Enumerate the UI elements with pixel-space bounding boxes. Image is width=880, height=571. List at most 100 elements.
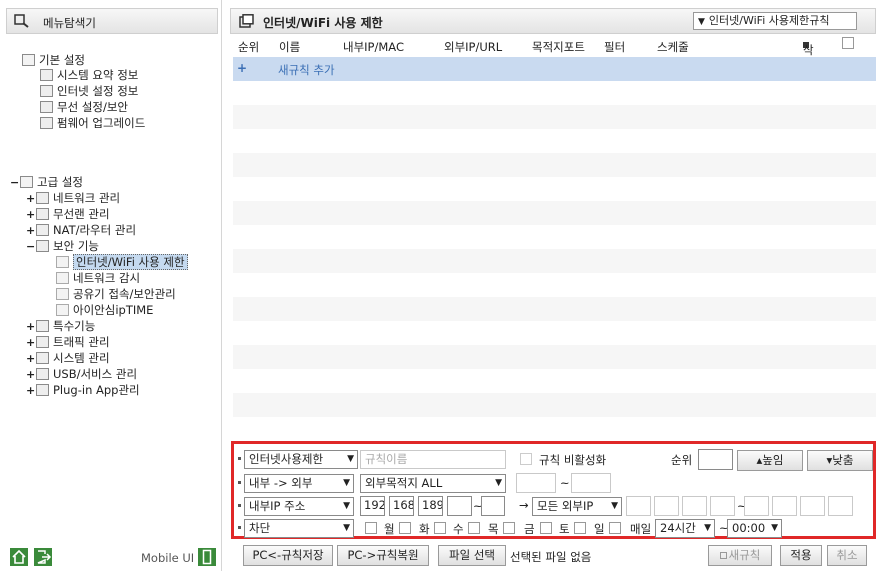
raise-rank-button[interactable]: ▴높임 [737,450,803,471]
expand-icon[interactable]: + [26,223,36,239]
rule-type-select-input[interactable]: 인터넷사용제한 ▼ [244,450,358,469]
ext-ip-end-octet-3[interactable] [800,496,825,516]
ext-ip-end-octet-1[interactable] [744,496,769,516]
table-row [233,153,876,177]
tree-item-system[interactable]: + 시스템 관리 [26,350,110,366]
day-wed-checkbox[interactable] [434,522,446,534]
everyday-checkbox[interactable] [609,522,621,534]
tree-item-nat-router[interactable]: + NAT/라우터 관리 [26,222,136,238]
day-fri-checkbox[interactable] [503,522,515,534]
day-tue-checkbox[interactable] [399,522,411,534]
rules-table-header: 순위 이름 내부IP/MAC 외부IP/URL 목적지포트 필터 스케줄 삭제 [229,36,876,73]
ext-ip-end-octet-4[interactable] [828,496,853,516]
action-select[interactable]: 차단 ▼ [244,519,354,538]
table-row [233,249,876,273]
tree-item-wireless-security[interactable]: 무선 설정/보안 [40,99,128,115]
col-filter: 필터 [604,40,626,54]
bar-chart-icon [40,69,53,81]
ip-range-end[interactable] [481,496,505,516]
expand-icon[interactable]: + [26,351,36,367]
expand-icon[interactable]: + [26,367,36,383]
rank-input[interactable] [698,449,733,470]
external-ip-select[interactable]: 모든 외부IP ▼ [532,497,622,516]
cancel-button[interactable]: 취소 [827,545,867,566]
ip-octet-2[interactable]: 168 [389,496,414,516]
expand-icon[interactable]: + [26,207,36,223]
choose-file-button[interactable]: 파일 선택 [438,545,506,566]
tree-advanced-settings[interactable]: − 고급 설정 [10,174,83,190]
magnifier-icon [14,14,29,28]
disable-rule-checkbox[interactable] [520,453,532,465]
tree-item-network-monitor[interactable]: 네트워크 감시 [56,270,140,286]
tree-item-traffic[interactable]: + 트래픽 관리 [26,334,110,350]
rules-table: + 새규칙 추가 [233,57,876,440]
tree-item-security[interactable]: − 보안 기능 [26,238,99,254]
tree-item-special[interactable]: + 특수기능 [26,318,95,334]
port-start-input[interactable] [516,473,556,493]
save-rules-to-pc-button[interactable]: PC<-규칙저장 [243,545,333,566]
page-icon [56,288,69,300]
disable-rule-label: 규칙 비활성화 [539,453,607,467]
tree-item-network[interactable]: + 네트워크 관리 [26,190,120,206]
port-range-tilde: ~ [560,476,570,490]
plus-box-icon [719,552,727,559]
add-rule-link[interactable]: 새규칙 추가 [278,62,335,78]
day-sat-checkbox[interactable] [540,522,552,534]
logout-icon[interactable] [34,548,52,566]
tree-item-internet-wifi-limit[interactable]: 인터넷/WiFi 사용 제한 [56,254,188,270]
destination-select[interactable]: 외부목적지 ALL ▼ [360,474,506,493]
ext-ip-octet-4[interactable] [710,496,735,516]
tree-item-firmware-upgrade[interactable]: 펌웨어 업그레이드 [40,115,145,131]
ip-octet-4[interactable] [447,496,472,516]
tree-item-access-security[interactable]: 공유기 접속/보안관리 [56,286,176,302]
col-dest-port: 목적지포트 [532,40,585,54]
restore-rules-from-pc-button[interactable]: PC->규칙복원 [337,545,429,566]
new-rule-button[interactable]: 새규칙 [708,545,772,566]
tree-item-internet-info[interactable]: 인터넷 설정 정보 [40,83,138,99]
ip-octet-1[interactable]: 192 [360,496,385,516]
day-mon-checkbox[interactable] [365,522,377,534]
collapse-icon[interactable]: − [10,175,20,191]
ext-ip-octet-2[interactable] [654,496,679,516]
delete-all-checkbox[interactable] [842,37,854,49]
expand-icon[interactable]: + [26,335,36,351]
port-end-input[interactable] [571,473,611,493]
add-rule-row[interactable]: + 새규칙 추가 [233,57,876,81]
tree-item-plugin-app[interactable]: + Plug-in App관리 [26,382,140,398]
tree-item-ian-sim[interactable]: 아이안심ipTIME [56,302,153,318]
day-sun-checkbox[interactable] [574,522,586,534]
expand-icon[interactable]: + [26,383,36,399]
tree-item-system-summary[interactable]: 시스템 요약 정보 [40,67,138,83]
apply-button[interactable]: 적용 [780,545,822,566]
usb-icon [36,368,49,380]
col-rank: 순위 [238,40,260,54]
expand-icon[interactable]: + [26,191,36,207]
tree-item-wireless-lan[interactable]: + 무선랜 관리 [26,206,110,222]
time-start-select[interactable]: 00:00 ▼ [727,519,782,538]
plugin-icon [36,384,49,396]
tree-basic-settings[interactable]: 기본 설정 [22,52,85,68]
dropdown-arrow-icon: ▼ [704,523,711,533]
source-select[interactable]: 내부IP 주소 ▼ [244,497,354,516]
sidebar-footer: Mobile UI [8,548,218,566]
home-icon[interactable] [10,548,28,566]
rule-type-select[interactable]: ▼ 인터넷/WiFi 사용제한규칙 [693,12,857,30]
ip-octet-3[interactable]: 189 [418,496,443,516]
table-row [233,105,876,129]
tree-item-usb-service[interactable]: + USB/서비스 관리 [26,366,137,382]
collapse-icon[interactable]: − [26,239,36,255]
page-icon [56,256,69,268]
ext-ip-octet-1[interactable] [626,496,651,516]
day-thu-checkbox[interactable] [468,522,480,534]
ext-ip-end-octet-2[interactable] [772,496,797,516]
expand-icon[interactable]: + [26,319,36,335]
mobile-icon[interactable] [198,548,216,566]
ext-ip-octet-3[interactable] [682,496,707,516]
page-icon [56,272,69,284]
rule-name-input[interactable]: 규칙이름 [360,450,506,469]
mobile-ui-link[interactable]: Mobile UI [141,551,194,565]
direction-select[interactable]: 내부 -> 외부 ▼ [244,474,354,493]
time-range-select[interactable]: 24시간 ▼ [655,519,715,538]
wifi-icon [36,208,49,220]
lower-rank-button[interactable]: ▾낮춤 [807,450,873,471]
